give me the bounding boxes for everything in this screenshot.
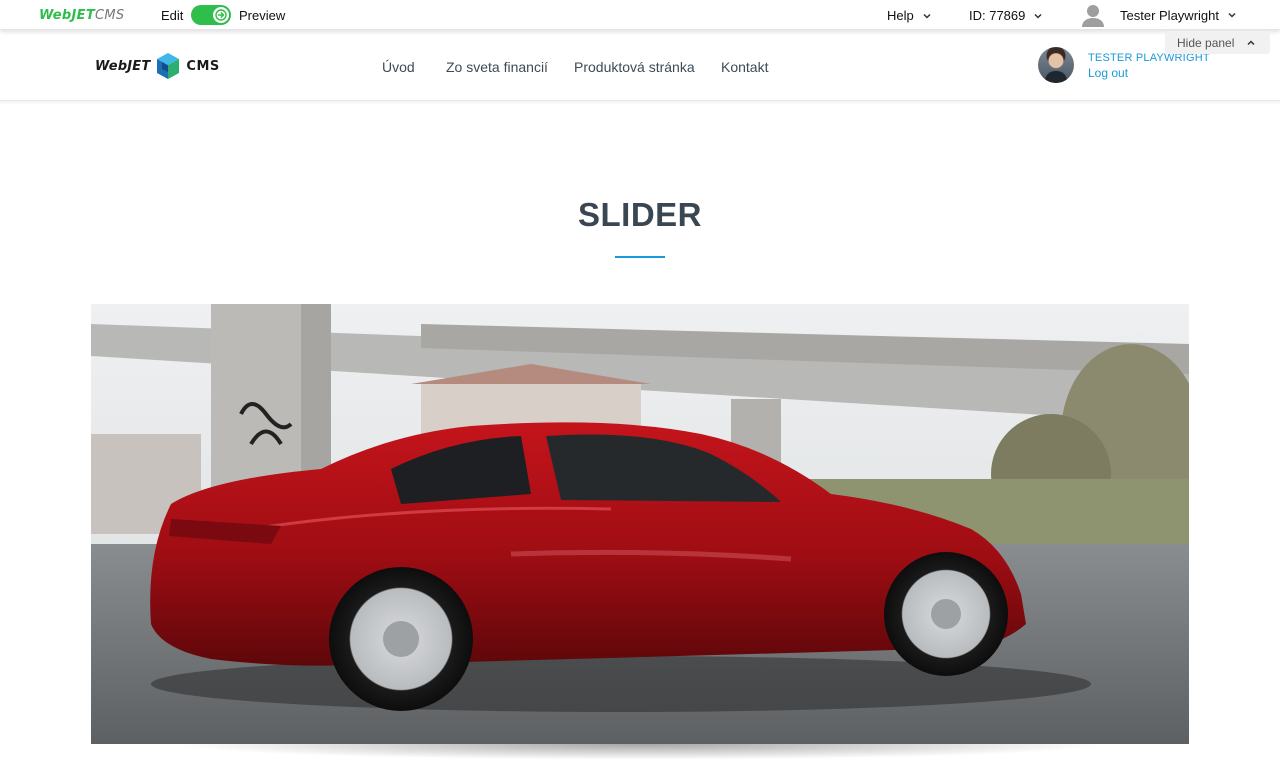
chevron-up-icon <box>1247 39 1255 45</box>
user-menu[interactable]: Tester Playwright <box>1080 3 1237 27</box>
preview-mode-label: Preview <box>239 8 286 23</box>
cube-logo-icon <box>157 53 180 79</box>
site-logo[interactable]: WebJET CMS <box>95 52 220 80</box>
edit-mode-label: Edit <box>161 8 184 23</box>
user-menu-label: Tester Playwright <box>1120 7 1219 23</box>
admin-toolbar: Web JET CMS Edit Preview Help ID: 77869 … <box>0 0 1280 30</box>
nav-item-zo-sveta-financii[interactable]: Zo sveta financií <box>446 59 548 75</box>
site-logo-text-cms: CMS <box>186 58 220 74</box>
title-underline <box>615 256 665 258</box>
page-id-menu[interactable]: ID: 77869 <box>969 8 1043 23</box>
slider-image[interactable] <box>91 304 1189 744</box>
nav-item-produktova-stranka[interactable]: Produktová stránka <box>574 59 695 75</box>
chevron-down-icon <box>923 13 931 19</box>
avatar[interactable] <box>1038 47 1074 83</box>
nav-item-kontakt[interactable]: Kontakt <box>721 59 768 75</box>
site-logo-text-webjet: WebJET <box>95 58 151 74</box>
hide-panel-label: Hide panel <box>1177 35 1235 50</box>
logo-text-cms: CMS <box>95 7 125 23</box>
site-header: WebJET CMS Úvod Zo sveta financií Produk… <box>0 30 1280 101</box>
edit-preview-toggle[interactable] <box>191 5 231 25</box>
chevron-down-icon <box>1228 12 1236 18</box>
logout-link[interactable]: Log out <box>1088 66 1128 80</box>
arrow-right-icon <box>213 7 229 23</box>
page-title: SLIDER <box>577 196 702 233</box>
slider-shadow <box>170 744 1110 760</box>
chevron-down-icon <box>1034 13 1042 19</box>
nav-item-uvod[interactable]: Úvod <box>382 59 415 75</box>
page-id-label: ID: 77869 <box>969 8 1026 23</box>
logo-text-jet: JET <box>71 7 96 23</box>
logo-text-web: Web <box>39 7 72 23</box>
help-menu[interactable]: Help <box>887 8 932 23</box>
user-avatar-icon <box>1082 5 1104 27</box>
hide-panel-button[interactable]: Hide panel <box>1165 31 1270 54</box>
help-menu-label: Help <box>887 8 914 23</box>
red-car-photo-icon <box>91 304 1189 744</box>
admin-logo[interactable]: Web JET CMS <box>39 7 124 23</box>
